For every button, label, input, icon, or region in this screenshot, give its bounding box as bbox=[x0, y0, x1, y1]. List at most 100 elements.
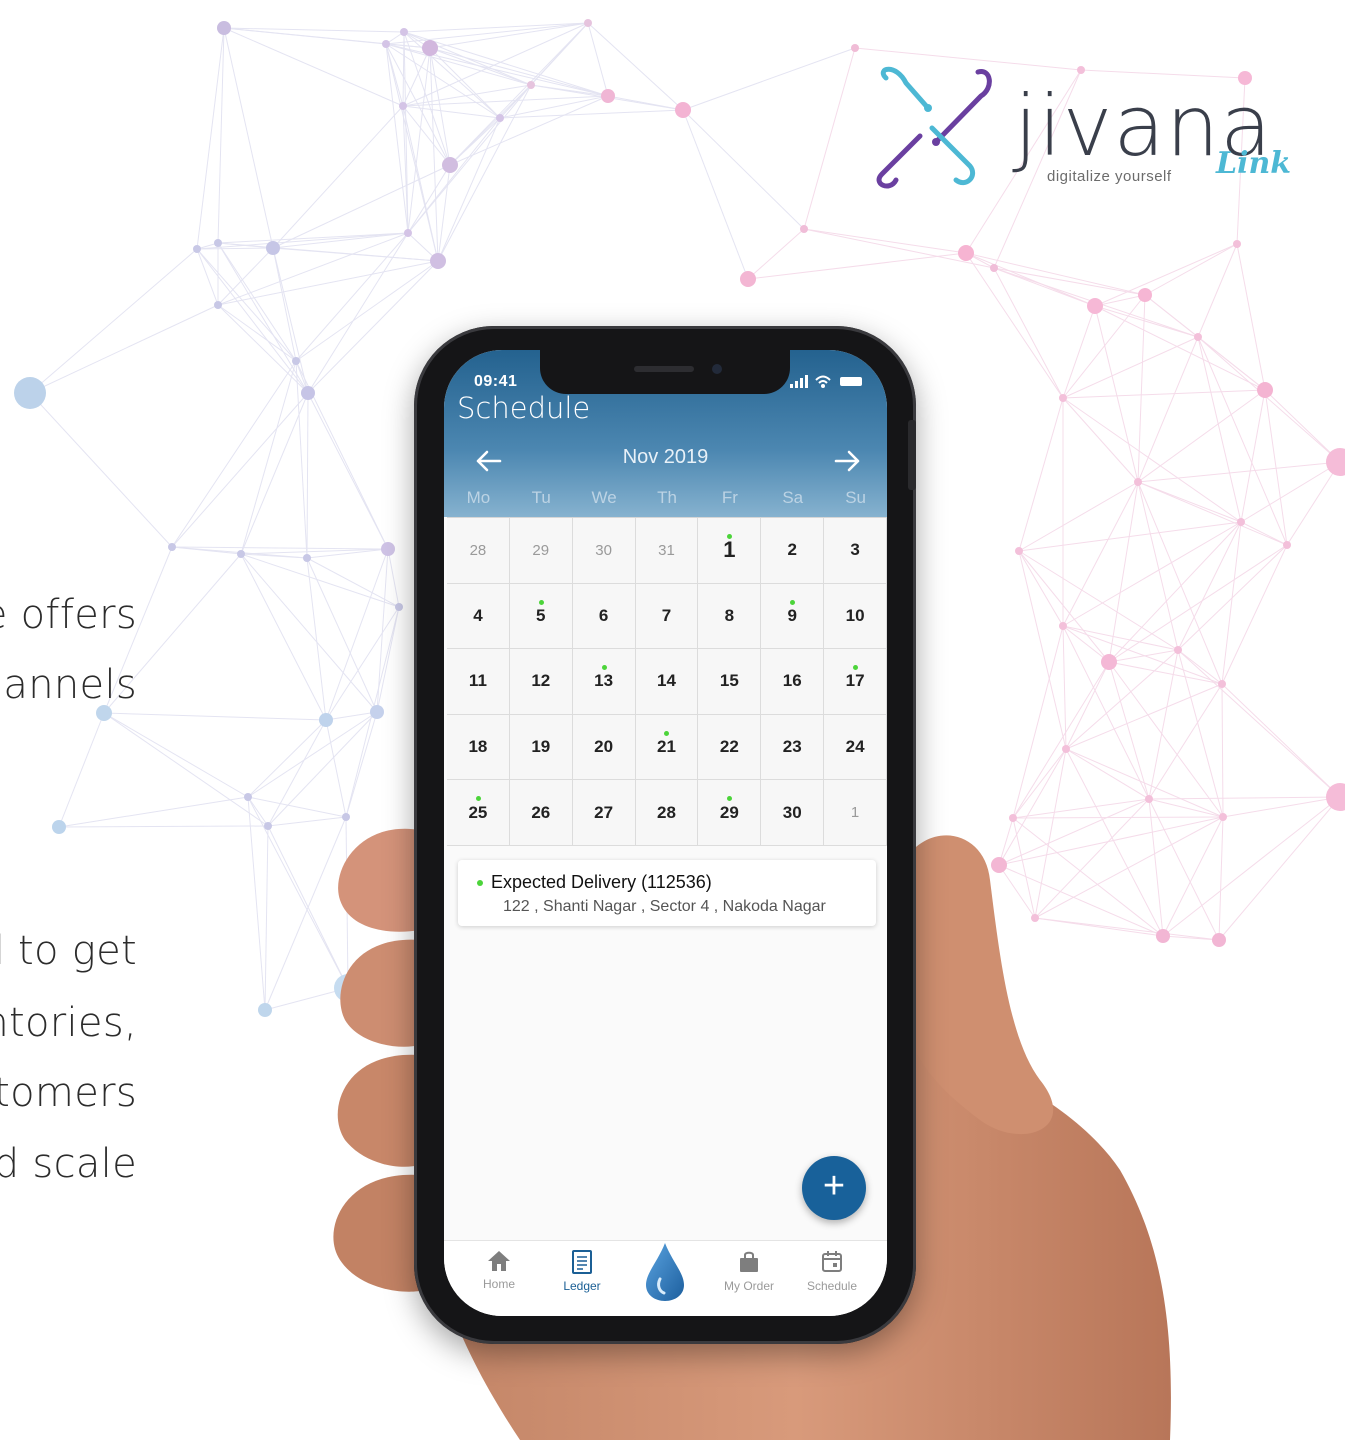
calendar-day-number: 1 bbox=[723, 537, 736, 563]
event-indicator-dot bbox=[727, 796, 733, 802]
calendar-day[interactable]: 28 bbox=[447, 518, 510, 584]
calendar-day[interactable]: 18 bbox=[447, 714, 510, 781]
calendar-day-number: 31 bbox=[658, 541, 675, 559]
calendar-day[interactable]: 7 bbox=[635, 583, 699, 650]
event-status-dot bbox=[477, 880, 483, 886]
tab-schedule[interactable]: Schedule bbox=[792, 1249, 872, 1293]
calendar-day-number: 22 bbox=[719, 737, 739, 757]
calendar-day[interactable]: 19 bbox=[509, 714, 573, 781]
add-button[interactable]: + bbox=[802, 1156, 866, 1220]
calendar-day[interactable]: 29 bbox=[698, 780, 762, 846]
tab-ledger[interactable]: Ledger bbox=[542, 1249, 622, 1293]
calendar-day[interactable]: 9 bbox=[761, 583, 825, 650]
event-title: Expected Delivery (112536) bbox=[491, 872, 712, 892]
next-month-arrow-icon[interactable] bbox=[830, 446, 864, 476]
weekday-header-row: Mo Tu We Th Fr Sa Su bbox=[447, 488, 887, 510]
status-icons bbox=[790, 375, 862, 388]
calendar-day[interactable]: 20 bbox=[572, 714, 636, 781]
phone-speaker bbox=[634, 366, 694, 372]
calendar-day-number: 5 bbox=[536, 605, 546, 625]
calendar-day[interactable]: 26 bbox=[509, 780, 573, 846]
calendar-day[interactable]: 5 bbox=[509, 583, 573, 650]
tab-my-order[interactable]: My Order bbox=[709, 1249, 789, 1293]
calendar-day-number: 2 bbox=[787, 540, 797, 560]
calendar-day-number: 10 bbox=[845, 605, 865, 625]
calendar-day-number: 4 bbox=[473, 605, 483, 625]
event-indicator-dot bbox=[853, 665, 859, 671]
calendar-day[interactable]: 24 bbox=[824, 714, 887, 781]
calendar-day[interactable]: 31 bbox=[635, 518, 699, 584]
calendar-day[interactable]: 1 bbox=[824, 780, 887, 846]
calendar-day[interactable]: 1 bbox=[698, 518, 762, 584]
weekday-label: Th bbox=[657, 488, 677, 507]
tab-label: Home bbox=[482, 1277, 515, 1291]
calendar-day[interactable]: 22 bbox=[698, 714, 762, 781]
calendar-day[interactable]: 3 bbox=[824, 518, 887, 584]
tab-label: Schedule bbox=[806, 1279, 858, 1293]
page-title: Schedule bbox=[457, 391, 591, 425]
calendar-icon bbox=[822, 1251, 842, 1272]
calendar-day[interactable]: 21 bbox=[635, 714, 699, 781]
calendar-day[interactable]: 30 bbox=[761, 780, 825, 846]
calendar-day[interactable]: 23 bbox=[761, 714, 825, 781]
calendar-day-number: 9 bbox=[787, 605, 797, 625]
calendar-day[interactable]: 2 bbox=[761, 518, 825, 584]
phone-notch bbox=[540, 350, 790, 394]
calendar-day[interactable]: 16 bbox=[761, 649, 825, 715]
phone-side-button bbox=[908, 420, 916, 490]
calendar-day-number: 19 bbox=[531, 737, 551, 757]
calendar-day[interactable]: 6 bbox=[572, 583, 636, 650]
phone-camera bbox=[712, 364, 722, 374]
weekday-label: Mo bbox=[466, 488, 491, 507]
calendar-day-number: 11 bbox=[468, 671, 487, 691]
calendar-day[interactable]: 10 bbox=[824, 583, 887, 650]
tab-label: My Order bbox=[723, 1279, 774, 1293]
calendar-day-number: 30 bbox=[782, 802, 802, 822]
calendar-day-number: 30 bbox=[595, 541, 612, 559]
event-indicator-dot bbox=[601, 665, 607, 671]
calendar-day[interactable]: 15 bbox=[698, 649, 762, 715]
calendar-day[interactable]: 4 bbox=[447, 583, 510, 650]
calendar-day[interactable]: 12 bbox=[509, 649, 573, 715]
weekday-label: Tu bbox=[531, 488, 551, 507]
calendar-day-number: 17 bbox=[845, 671, 865, 691]
calendar-day[interactable]: 14 bbox=[635, 649, 699, 715]
calendar-day-number: 7 bbox=[661, 605, 672, 625]
calendar-day[interactable]: 17 bbox=[824, 649, 887, 715]
ledger-icon bbox=[572, 1250, 592, 1274]
event-card[interactable]: Expected Delivery (112536) 122 , Shanti … bbox=[458, 860, 876, 926]
calendar-day-number: 21 bbox=[657, 737, 676, 757]
tab-home[interactable]: Home bbox=[459, 1249, 539, 1291]
calendar-day-number: 14 bbox=[657, 671, 676, 691]
calendar-day-number: 12 bbox=[531, 671, 551, 691]
calendar-day-number: 25 bbox=[468, 802, 488, 822]
event-indicator-dot bbox=[664, 730, 670, 736]
signal-icon bbox=[790, 375, 808, 388]
calendar-day-number: 29 bbox=[532, 541, 550, 559]
calendar-day-number: 8 bbox=[724, 605, 735, 625]
tab-label: Ledger bbox=[563, 1279, 601, 1293]
calendar-day[interactable]: 13 bbox=[572, 649, 636, 715]
calendar-day[interactable]: 29 bbox=[509, 518, 573, 584]
weekday-label: Fr bbox=[721, 488, 738, 507]
calendar-day[interactable]: 30 bbox=[572, 518, 636, 584]
calendar-day[interactable]: 11 bbox=[447, 649, 510, 715]
calendar-day-number: 26 bbox=[531, 802, 551, 822]
status-time: 09:41 bbox=[474, 373, 518, 390]
calendar-day-number: 23 bbox=[782, 737, 802, 757]
calendar-day[interactable]: 8 bbox=[698, 583, 762, 650]
calendar-grid: 28 29 30 31 1 2 3 4 5 6 7 8 9 10 11 12 13 14 15 16 17 18 19 20 2… bbox=[447, 517, 887, 846]
calendar-day-number: 29 bbox=[719, 802, 739, 822]
calendar-day[interactable]: 28 bbox=[635, 780, 699, 846]
bottom-tab-bar: Home Ledger My Order Schedule bbox=[444, 1240, 887, 1316]
water-drop-icon[interactable] bbox=[640, 1241, 690, 1303]
phone-screen: 09:41 Schedule Nov 2019 Mo Tu We Th Fr Sa Su 2… bbox=[444, 350, 887, 1316]
calendar-day[interactable]: 25 bbox=[447, 780, 510, 846]
home-icon bbox=[488, 1251, 510, 1271]
wifi-icon bbox=[815, 375, 831, 384]
calendar-day-number: 27 bbox=[594, 802, 614, 822]
calendar-day-number: 13 bbox=[594, 671, 614, 691]
calendar-day[interactable]: 27 bbox=[572, 780, 636, 846]
calendar-day-number: 24 bbox=[845, 737, 865, 757]
shopping-bag-icon bbox=[740, 1251, 758, 1272]
